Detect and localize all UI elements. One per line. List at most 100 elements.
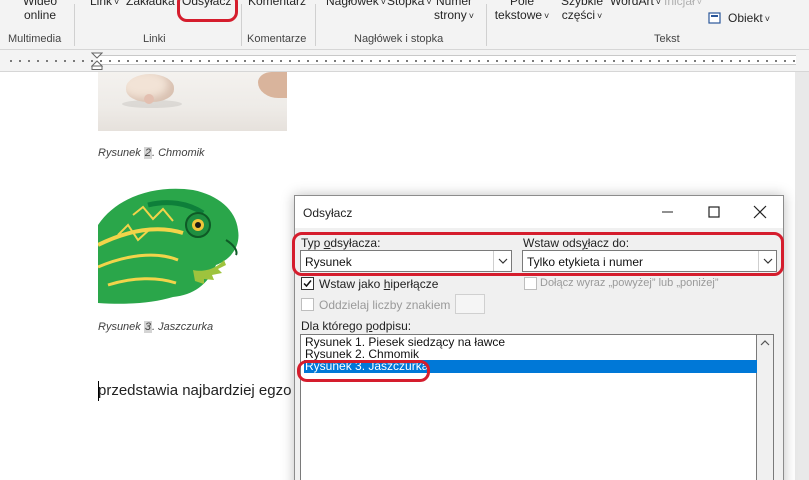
ruler-tick	[676, 60, 678, 62]
ruler-tick	[640, 60, 642, 62]
quick-parts-label: Szybkie części	[560, 0, 604, 22]
ruler-tick	[541, 60, 543, 62]
insert-as-hyperlink-checkbox[interactable]	[301, 277, 314, 290]
group-separator	[486, 4, 487, 46]
ruler-tick	[271, 60, 273, 62]
body-paragraph[interactable]: przedstawia najbardziej egzo	[98, 382, 291, 399]
ruler-tick	[280, 60, 282, 62]
combos-highlight-ring	[292, 232, 784, 276]
ruler-tick	[505, 60, 507, 62]
drop-cap-label: Inicjał	[664, 0, 695, 8]
ruler-tick	[262, 60, 264, 62]
ruler-tick	[172, 60, 174, 62]
comment-button[interactable]: Komentarz	[248, 0, 306, 8]
group-label-comments: Komentarze	[247, 33, 307, 45]
dialog-title: Odsyłacz	[303, 206, 353, 220]
group-separator	[74, 4, 75, 46]
footer-button[interactable]: Stopka	[387, 0, 432, 9]
link-button[interactable]: Link	[90, 0, 119, 9]
ruler-track	[96, 55, 796, 65]
ruler-tick	[469, 60, 471, 62]
ruler-tick	[307, 60, 309, 62]
ruler-tick	[316, 60, 318, 62]
object-label: Obiekt	[728, 11, 763, 25]
hamster-image[interactable]	[98, 72, 287, 131]
object-button[interactable]: Obiekt	[728, 11, 770, 26]
ruler-tick	[613, 60, 615, 62]
ruler-tick	[388, 60, 390, 62]
minimize-icon	[662, 211, 673, 213]
quick-parts-button[interactable]: Szybkie części	[558, 0, 606, 23]
group-label-header-footer: Nagłówek i stopka	[354, 33, 444, 45]
footer-button-label: Stopka	[387, 0, 425, 8]
ruler-tick	[586, 60, 588, 62]
drop-cap-button[interactable]: Inicjał	[664, 0, 700, 9]
ruler-tick	[568, 60, 570, 62]
caption-hamster[interactable]: Rysunek 2. Chmomik	[98, 147, 205, 159]
ruler-tick	[145, 60, 147, 62]
ruler-tick	[433, 60, 435, 62]
ruler-tick	[163, 60, 165, 62]
ruler	[0, 50, 809, 72]
ruler-tick	[136, 60, 138, 62]
ruler-tick	[334, 60, 336, 62]
minimize-button[interactable]	[645, 196, 691, 228]
separate-numbers-checkbox[interactable]	[301, 298, 314, 311]
bookmark-button[interactable]: Zakładka	[126, 0, 175, 8]
page-number-button[interactable]: Numer strony	[430, 0, 478, 23]
page-number-label: Numer strony	[434, 0, 472, 22]
ruler-tick	[424, 60, 426, 62]
ruler-tick	[748, 60, 750, 62]
group-label-links: Linki	[143, 33, 166, 45]
above-below-checkbox[interactable]	[524, 277, 537, 290]
wordart-label: WordArt	[610, 0, 654, 8]
ruler-tick	[343, 60, 345, 62]
ruler-tick	[379, 60, 381, 62]
above-below-label: Dołącz wyraz „powyżej” lub „poniżej”	[540, 277, 719, 289]
chameleon-image[interactable]	[98, 185, 243, 308]
separator-input[interactable]	[455, 294, 485, 314]
group-separator	[315, 4, 316, 46]
ruler-tick	[721, 60, 723, 62]
ruler-tick	[55, 60, 57, 62]
close-icon	[753, 205, 767, 219]
caption-chameleon[interactable]: Rysunek 3. Jaszczurka	[98, 321, 213, 333]
ruler-tick	[703, 60, 705, 62]
header-button[interactable]: Nagłówek	[326, 0, 386, 9]
ruler-tick	[127, 60, 129, 62]
dialog-titlebar[interactable]: Odsyłacz	[295, 196, 783, 228]
ruler-tick	[181, 60, 183, 62]
text-box-button[interactable]: Pole tekstowe	[494, 0, 550, 23]
ribbon: Wideo online Link Zakładka Odsyłacz Kome…	[0, 0, 809, 50]
ruler-tick	[451, 60, 453, 62]
maximize-button[interactable]	[691, 196, 737, 228]
ruler-tick	[73, 60, 75, 62]
ruler-tick	[775, 60, 777, 62]
text-box-label: Pole tekstowe	[494, 0, 543, 22]
ruler-tick	[550, 60, 552, 62]
ruler-tick	[595, 60, 597, 62]
ruler-tick	[199, 60, 201, 62]
online-video-button[interactable]: Wideo online	[20, 0, 60, 22]
indent-marker-icon[interactable]	[91, 52, 103, 70]
separate-numbers-label: Oddzielaj liczby znakiem	[319, 298, 451, 312]
caption-listbox[interactable]: Rysunek 1. Piesek siedzący na ławce Rysu…	[300, 334, 759, 480]
ruler-tick	[712, 60, 714, 62]
scroll-up-icon[interactable]	[757, 335, 773, 351]
ruler-tick	[532, 60, 534, 62]
ruler-tick	[559, 60, 561, 62]
ruler-tick	[289, 60, 291, 62]
ruler-tick	[667, 60, 669, 62]
wordart-button[interactable]: WordArt	[610, 0, 660, 9]
listbox-scrollbar[interactable]	[757, 334, 774, 480]
ruler-tick	[460, 60, 462, 62]
ruler-tick	[82, 60, 84, 62]
header-button-label: Nagłówek	[326, 0, 379, 8]
ruler-tick	[685, 60, 687, 62]
ruler-tick	[370, 60, 372, 62]
ruler-tick	[253, 60, 255, 62]
ruler-tick	[28, 60, 30, 62]
ruler-tick	[352, 60, 354, 62]
close-button[interactable]	[737, 196, 783, 228]
ruler-tick	[118, 60, 120, 62]
